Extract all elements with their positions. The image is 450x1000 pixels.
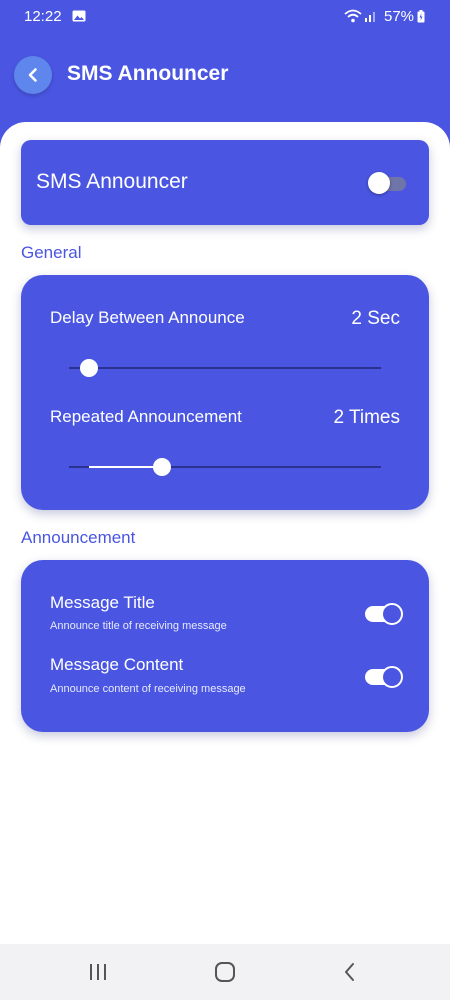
delay-slider[interactable] [69, 358, 381, 378]
master-toggle-switch[interactable] [368, 172, 410, 196]
master-toggle-label: SMS Announcer [36, 170, 188, 193]
message-content-toggle[interactable] [365, 665, 405, 689]
delay-label: Delay Between Announce [50, 308, 245, 327]
page-title: SMS Announcer [67, 62, 229, 85]
home-icon[interactable] [213, 961, 237, 983]
master-toggle-card: SMS Announcer [21, 140, 429, 225]
slider-thumb[interactable] [80, 359, 98, 377]
recent-apps-icon[interactable] [86, 962, 110, 982]
back-icon[interactable] [340, 961, 360, 983]
signal-icon [365, 12, 375, 22]
screen: 12:22 57% SMS Announcer SMS Announcer Ge… [0, 0, 450, 1000]
announcement-settings-card: Message Title Announce title of receivin… [21, 560, 429, 732]
general-settings-card: Delay Between Announce 2 Sec Repeated An… [21, 275, 429, 510]
slider-fill [89, 466, 162, 468]
slider-rail [69, 367, 381, 369]
message-content-label: Message Content [50, 655, 184, 674]
message-title-label: Message Title [50, 593, 155, 612]
section-title-general: General [21, 243, 82, 262]
delay-value: 2 Sec [351, 308, 400, 329]
switch-thumb [368, 172, 390, 194]
gallery-icon [72, 10, 86, 22]
chevron-left-icon [28, 68, 37, 82]
section-title-announcement: Announcement [21, 528, 136, 547]
message-title-toggle[interactable] [365, 602, 405, 626]
system-navigation-bar [0, 944, 450, 1000]
switch-thumb [381, 603, 403, 625]
status-bar: 12:22 57% [0, 0, 450, 34]
battery-icon [417, 10, 425, 23]
repeat-value: 2 Times [333, 407, 400, 428]
message-content-description: Announce content of receiving message [50, 683, 246, 695]
slider-thumb[interactable] [153, 458, 171, 476]
back-button[interactable] [14, 56, 52, 94]
switch-thumb [381, 666, 403, 688]
battery-percentage: 57% [384, 8, 415, 25]
status-time: 12:22 [24, 8, 62, 25]
repeat-label: Repeated Announcement [50, 407, 242, 426]
wifi-icon [344, 9, 362, 23]
message-title-description: Announce title of receiving message [50, 620, 227, 632]
repeat-slider[interactable] [69, 457, 381, 477]
